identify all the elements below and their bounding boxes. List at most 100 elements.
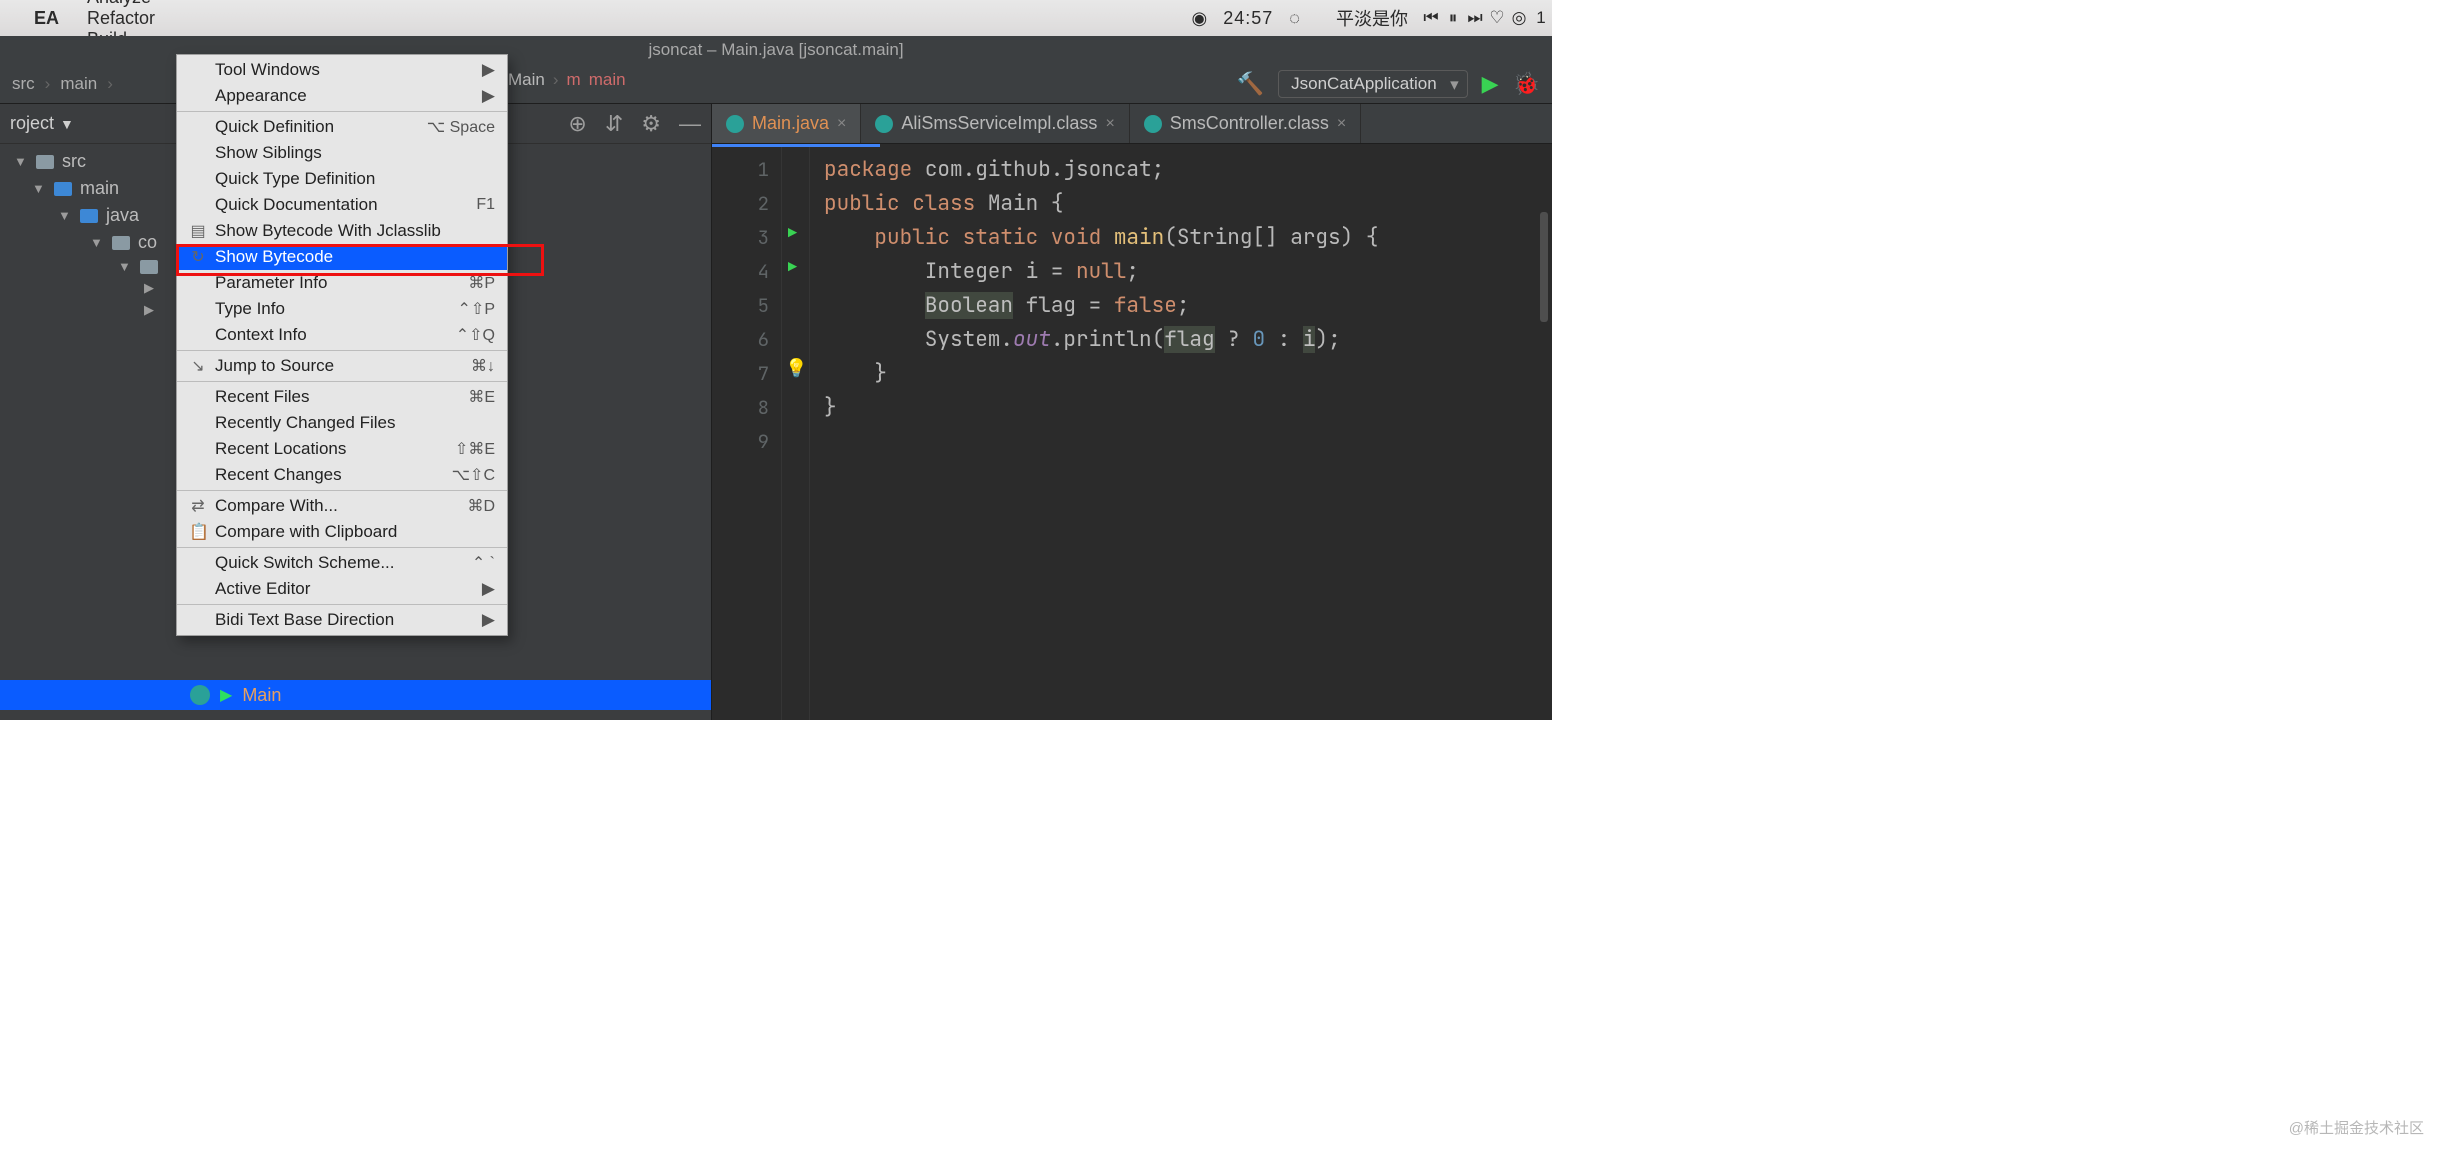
menu-item-recently-changed-files[interactable]: Recently Changed Files	[177, 410, 507, 436]
view-menu-dropdown: Tool Windows ▶ Appearance▶ Quick Definition…	[176, 54, 508, 636]
menu-item-appearance[interactable]: Appearance▶	[177, 83, 507, 109]
pause-icon[interactable]: ⏸	[1442, 8, 1464, 28]
chevron-right-icon: ›	[41, 74, 55, 94]
method-icon: m	[567, 70, 581, 90]
cmp-icon: ⇄	[189, 496, 207, 516]
tab-label: AliSmsServiceImpl.class	[901, 113, 1097, 134]
menu-item-show-bytecode[interactable]: ↻ Show Bytecode	[177, 244, 507, 270]
file-type-icon	[875, 115, 893, 133]
menubar-clock: 24:57	[1215, 8, 1281, 29]
run-icon[interactable]: ▶	[1482, 71, 1499, 97]
close-icon[interactable]: ×	[1337, 115, 1346, 133]
menu-item-compare-with[interactable]: ⇄ Compare With... ⌘D	[177, 493, 507, 519]
menu-item-recent-locations[interactable]: Recent Locations⇧⌘E	[177, 436, 507, 462]
shortcut: ⌃⇧P	[458, 299, 495, 319]
menu-item-show-siblings[interactable]: Show Siblings	[177, 140, 507, 166]
scrollbar[interactable]	[1538, 212, 1550, 710]
menu-item-context-info[interactable]: Context Info⌃⇧Q	[177, 322, 507, 348]
menu-item-label: Show Siblings	[215, 143, 495, 163]
editor: Main.java×AliSmsServiceImpl.class×SmsCon…	[712, 104, 1552, 720]
next-icon[interactable]: ⏭	[1464, 8, 1486, 28]
input-method[interactable]: 平淡是你	[1324, 5, 1420, 31]
close-icon[interactable]: ×	[837, 115, 846, 133]
menu-item-label: Compare with Clipboard	[215, 522, 495, 542]
menu-item-quick-type-definition[interactable]: Quick Type Definition	[177, 166, 507, 192]
editor-tab[interactable]: AliSmsServiceImpl.class ×	[861, 104, 1129, 143]
folder-icon	[80, 209, 98, 223]
debug-icon[interactable]: 🐞	[1513, 71, 1540, 97]
menu-item-recent-files[interactable]: Recent Files ⌘E	[177, 384, 507, 410]
menu-item-label: Tool Windows	[215, 60, 474, 80]
menu-item-jump-to-source[interactable]: ↘Jump to Source⌘↓	[177, 353, 507, 379]
file-type-icon	[726, 115, 744, 133]
folder-icon	[36, 155, 54, 169]
file-type-icon	[1144, 115, 1162, 133]
chevron-right-icon: ›	[553, 70, 559, 90]
project-view-label[interactable]: roject	[10, 113, 54, 134]
gear-icon[interactable]: ⚙	[641, 111, 661, 137]
run-config-selector[interactable]: JsonCatApplication	[1278, 70, 1468, 98]
menu-item-compare-with-clipboard[interactable]: 📋Compare with Clipboard	[177, 519, 507, 545]
menu-item-label: Show Bytecode With Jclasslib	[215, 221, 495, 241]
settings-alt-icon[interactable]: ⇵	[605, 111, 623, 137]
minimize-icon[interactable]: —	[679, 111, 701, 137]
breadcrumb-tail-prefix[interactable]: Main	[508, 70, 545, 90]
chevron-right-icon: ›	[103, 74, 117, 94]
menu-item-bidi-text-base-direction[interactable]: Bidi Text Base Direction▶	[177, 607, 507, 633]
gutter: 123456789	[712, 147, 782, 720]
shortcut: ⌘D	[467, 496, 495, 516]
cycle-icon: ↻	[189, 247, 207, 267]
breadcrumb-segment[interactable]: src	[12, 74, 35, 94]
menu-item-label: Compare With...	[215, 496, 459, 516]
menu-item-quick-definition[interactable]: Quick Definition⌥ Space	[177, 114, 507, 140]
bulb-icon[interactable]: 💡	[782, 357, 807, 380]
menu-analyze[interactable]: Analyze	[73, 0, 172, 8]
menu-item-label: Bidi Text Base Direction	[215, 610, 474, 630]
chevron-down-icon[interactable]: ▼	[54, 116, 74, 132]
tab-label: Main.java	[752, 113, 829, 134]
folder-icon	[112, 236, 130, 250]
tree-row-selected[interactable]: ▶Main	[0, 680, 711, 710]
shortcut: ⌘P	[468, 273, 495, 293]
shortcut: ⌘E	[468, 387, 495, 407]
prev-icon[interactable]: ⏮	[1420, 8, 1442, 28]
gutter-icons: ▶ ▶ 💡	[782, 147, 810, 720]
menu-item-type-info[interactable]: Type Info ⌃⇧P	[177, 296, 507, 322]
status-chart-icon[interactable]: ◉	[1184, 8, 1216, 29]
doc-icon: ▤	[189, 221, 207, 241]
close-icon[interactable]: ×	[1105, 115, 1114, 133]
run-gutter-icon[interactable]: ▶	[782, 257, 797, 277]
submenu-arrow-icon: ▶	[482, 579, 495, 599]
menu-item-active-editor[interactable]: Active Editor ▶	[177, 576, 507, 602]
spiral-icon[interactable]: ◎	[1508, 8, 1530, 28]
build-icon[interactable]: 🔨	[1237, 71, 1264, 97]
tree-label: co	[138, 232, 157, 253]
menu-item-quick-documentation[interactable]: Quick DocumentationF1	[177, 192, 507, 218]
menu-item-label: Jump to Source	[215, 356, 463, 376]
submenu-arrow-icon: ▶	[482, 60, 495, 80]
menu-refactor[interactable]: Refactor	[73, 8, 172, 29]
run-gutter-icon[interactable]: ▶	[782, 223, 797, 243]
menu-item-label: Show Bytecode	[215, 247, 495, 267]
breadcrumb-segment[interactable]: main	[60, 74, 97, 94]
menu-item-label: Active Editor	[215, 579, 474, 599]
editor-tab[interactable]: SmsController.class×	[1130, 104, 1361, 143]
editor-tab[interactable]: Main.java ×	[712, 104, 861, 143]
menu-item-tool-windows[interactable]: Tool Windows ▶	[177, 57, 507, 83]
menu-item-show-bytecode-with-jclasslib[interactable]: ▤ Show Bytecode With Jclasslib	[177, 218, 507, 244]
shortcut: F1	[476, 196, 495, 214]
menu-item-label: Type Info	[215, 299, 450, 319]
clock-ring-icon[interactable]: ◌	[1281, 8, 1308, 29]
shortcut: ⌃⇧Q	[456, 325, 495, 345]
breadcrumb-tail[interactable]: main	[589, 70, 626, 90]
menu-item-parameter-info[interactable]: Parameter Info ⌘P	[177, 270, 507, 296]
menu-item-label: Recently Changed Files	[215, 413, 495, 433]
menu-item-quick-switch-scheme[interactable]: Quick Switch Scheme...⌃ `	[177, 550, 507, 576]
target-icon[interactable]: ⊕	[568, 111, 586, 137]
menu-item-recent-changes[interactable]: Recent Changes⌥⇧C	[177, 462, 507, 488]
menu-item-label: Parameter Info	[215, 273, 460, 293]
menu-item-label: Recent Files	[215, 387, 460, 407]
heart-icon[interactable]: ♡	[1486, 8, 1508, 28]
code-area[interactable]: package com.github.jsoncat;public class …	[810, 147, 1378, 720]
folder-icon	[54, 182, 72, 196]
